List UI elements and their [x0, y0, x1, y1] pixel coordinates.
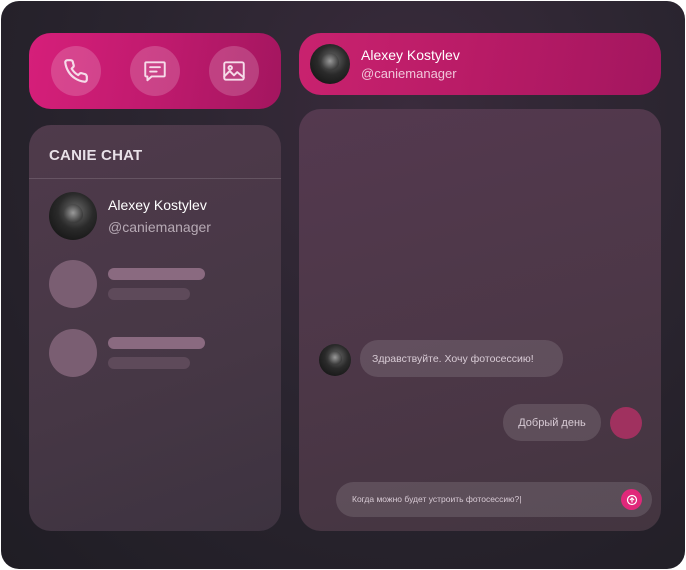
quick-actions-bar: [29, 33, 281, 109]
message-icon: [144, 61, 166, 82]
contact-placeholder: [49, 329, 269, 377]
chat-contact-name: Alexey Kostylev: [361, 47, 460, 63]
avatar: [319, 344, 351, 376]
message-input[interactable]: [352, 491, 612, 507]
app-title: CANIE CHAT: [49, 147, 143, 164]
avatar[interactable]: [310, 44, 350, 84]
name-placeholder: [108, 268, 205, 280]
app-window: CANIE CHAT Alexey Kostylev @caniemanager…: [1, 1, 685, 569]
contact-handle: @caniemanager: [108, 219, 211, 235]
image-icon: [222, 61, 245, 81]
contact-name: Alexey Kostylev: [108, 197, 207, 213]
handle-placeholder: [108, 357, 190, 369]
messages-button[interactable]: [129, 46, 180, 96]
chat-header: Alexey Kostylev @caniemanager: [299, 33, 661, 95]
avatar-placeholder: [49, 329, 97, 377]
outgoing-message: Добрый день: [503, 404, 601, 441]
avatar: [610, 407, 642, 439]
incoming-message: Здравствуйте. Хочу фотосессию!: [360, 340, 563, 377]
avatar: [49, 192, 97, 240]
contact-item[interactable]: Alexey Kostylev @caniemanager: [49, 191, 269, 241]
gallery-button[interactable]: [208, 46, 259, 96]
send-button[interactable]: [621, 489, 642, 510]
divider: [29, 178, 281, 179]
contact-placeholder: [49, 260, 269, 308]
call-button[interactable]: [51, 46, 102, 96]
chat-panel: Здравствуйте. Хочу фотосессию! Добрый де…: [299, 109, 661, 531]
contacts-panel: CANIE CHAT Alexey Kostylev @caniemanager: [29, 125, 281, 531]
chat-contact-handle: @caniemanager: [361, 66, 457, 81]
phone-icon: [64, 59, 89, 83]
arrow-up-icon: [626, 494, 637, 505]
handle-placeholder: [108, 288, 190, 300]
name-placeholder: [108, 337, 205, 349]
message-composer: [336, 482, 652, 517]
avatar-placeholder: [49, 260, 97, 308]
